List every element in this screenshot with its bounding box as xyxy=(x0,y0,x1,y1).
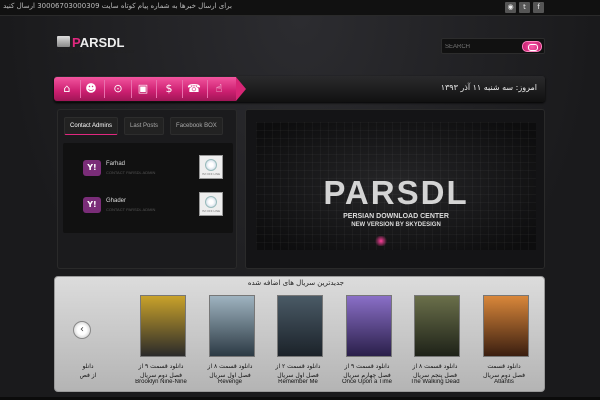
logo-tagline: Persian PARSDL Download Center xyxy=(57,49,135,55)
series-caption: دانلود قسمت ۹ از xyxy=(344,363,390,370)
main-nav: ⌂ ☻ ⊙ ▣ $ ☎ ☝ امروز: سه شنبه ۱۱ آذر ۱۳۹۳ xyxy=(54,76,545,102)
series-caption: دانلود قسمت ۲ از xyxy=(275,363,321,370)
series-poster[interactable] xyxy=(483,295,529,357)
series-caption: دانلود قسمت ۸ از xyxy=(207,363,253,370)
film-reel-icon[interactable]: ⊙ xyxy=(111,82,125,96)
logo-first-letter: P xyxy=(72,35,80,50)
admin-item[interactable]: Y! Farhad CONTACT PARSDL ADMIN I'M OFF L… xyxy=(73,152,223,186)
series-poster[interactable] xyxy=(209,295,255,357)
slide-subtitle: PERSIAN DOWNLOAD CENTER xyxy=(343,213,449,220)
logo-rest: ARSDL xyxy=(79,35,125,50)
offline-status-icon: I'M OFF LINE xyxy=(199,155,223,179)
admin-role: CONTACT PARSDL ADMIN xyxy=(106,170,156,175)
home-icon[interactable]: ⌂ xyxy=(60,82,74,96)
series-caption: فصل پنجم سریال xyxy=(413,372,457,379)
series-caption: فصل اول سریال xyxy=(277,372,319,379)
slide-title: PARSDL xyxy=(323,174,469,211)
tab-facebook-box[interactable]: Facebook BOX xyxy=(170,117,223,135)
tab-last-posts[interactable]: Last Posts xyxy=(124,117,165,135)
series-name[interactable]: Once Upon a Time xyxy=(332,379,402,385)
dollar-icon[interactable]: $ xyxy=(162,82,176,96)
contact-panel: Contact Admins Last Posts Facebook BOX Y… xyxy=(57,109,237,269)
series-caption: دانلود قسمت xyxy=(487,363,521,370)
series-name[interactable]: The Walking Dead xyxy=(400,379,470,385)
admin-item[interactable]: Y! Ghader CONTACT PARSDL ADMIN I'M OFF L… xyxy=(73,189,223,223)
tab-contact-admins[interactable]: Contact Admins xyxy=(64,117,119,135)
series-poster[interactable] xyxy=(346,295,392,357)
facebook-icon[interactable]: f xyxy=(533,2,544,13)
status-text: I'M OFF LINE xyxy=(201,209,221,213)
hand-pointer-icon[interactable]: ☝ xyxy=(212,82,226,96)
series-caption: دانلود قسمت ۸ از xyxy=(412,363,458,370)
nav-separator xyxy=(182,80,183,98)
series-poster[interactable] xyxy=(277,295,323,357)
series-caption: فصل دوم سریال xyxy=(483,372,525,379)
users-icon[interactable]: ☻ xyxy=(84,82,98,96)
prev-arrow-icon[interactable]: ‹ xyxy=(73,321,91,339)
twitter-icon[interactable]: t xyxy=(519,2,530,13)
nav-separator xyxy=(131,80,132,98)
series-name[interactable]: Brooklyn Nine-Nine xyxy=(126,379,196,385)
series-caption: از فص xyxy=(79,372,97,379)
social-links: ◉ t f xyxy=(505,2,544,13)
admin-role: CONTACT PARSDL ADMIN xyxy=(106,207,156,212)
series-caption: دانلو xyxy=(82,363,94,370)
tv-icon[interactable]: ▣ xyxy=(136,82,150,96)
phone-icon[interactable]: ☎ xyxy=(187,82,201,96)
slide-credit: NEW VERSION BY SKYDESIGN xyxy=(351,222,441,228)
series-name[interactable]: Atlantis xyxy=(469,379,539,385)
today-date: امروز: سه شنبه ۱۱ آذر ۱۳۹۳ xyxy=(440,83,537,92)
rss-icon[interactable]: ◉ xyxy=(505,2,516,13)
top-bar: برای ارسال خبرها به شماره پیام کوتاه سای… xyxy=(0,0,600,16)
slide[interactable]: PARSDL PERSIAN DOWNLOAD CENTER NEW VERSI… xyxy=(256,122,536,250)
search-button[interactable] xyxy=(522,41,542,52)
yahoo-messenger-icon: Y! xyxy=(83,160,101,176)
nav-separator xyxy=(104,80,105,98)
search-input[interactable] xyxy=(445,41,517,52)
series-poster[interactable] xyxy=(414,295,460,357)
series-caption: فصل اول سریال xyxy=(209,372,251,379)
sms-notice: برای ارسال خبرها به شماره پیام کوتاه سای… xyxy=(3,2,232,10)
status-text: I'M OFF LINE xyxy=(201,172,221,176)
featured-slider: PARSDL PERSIAN DOWNLOAD CENTER NEW VERSI… xyxy=(245,109,545,269)
clapper-logo-icon xyxy=(57,36,70,47)
site-logo[interactable]: PARSDL xyxy=(72,35,125,50)
panel-tabs: Contact Admins Last Posts Facebook BOX xyxy=(64,117,223,135)
series-caption: فصل چهارم سریال xyxy=(343,372,391,379)
offline-status-icon: I'M OFF LINE xyxy=(199,192,223,216)
series-name[interactable]: Remember Me xyxy=(263,379,333,385)
nav-icon-bar: ⌂ ☻ ⊙ ▣ $ ☎ ☝ xyxy=(54,77,246,101)
admin-list: Y! Farhad CONTACT PARSDL ADMIN I'M OFF L… xyxy=(63,143,233,233)
search-box xyxy=(441,38,545,54)
nav-separator xyxy=(207,80,208,98)
yahoo-messenger-icon: Y! xyxy=(83,197,101,213)
admin-name: Ghader xyxy=(106,198,127,204)
series-name[interactable]: Revenge xyxy=(195,379,265,385)
series-caption: دانلود قسمت ۹ از xyxy=(138,363,184,370)
latest-series: جدیدترین سریال های اضافه شده ‹ › دانلواز… xyxy=(54,276,545,392)
nav-separator xyxy=(80,80,81,98)
admin-name: Farhad xyxy=(106,161,126,167)
section-title: جدیدترین سریال های اضافه شده xyxy=(247,279,344,287)
nav-separator xyxy=(156,80,157,98)
series-caption: فصل دوم سریال xyxy=(140,372,182,379)
series-poster[interactable] xyxy=(140,295,186,357)
